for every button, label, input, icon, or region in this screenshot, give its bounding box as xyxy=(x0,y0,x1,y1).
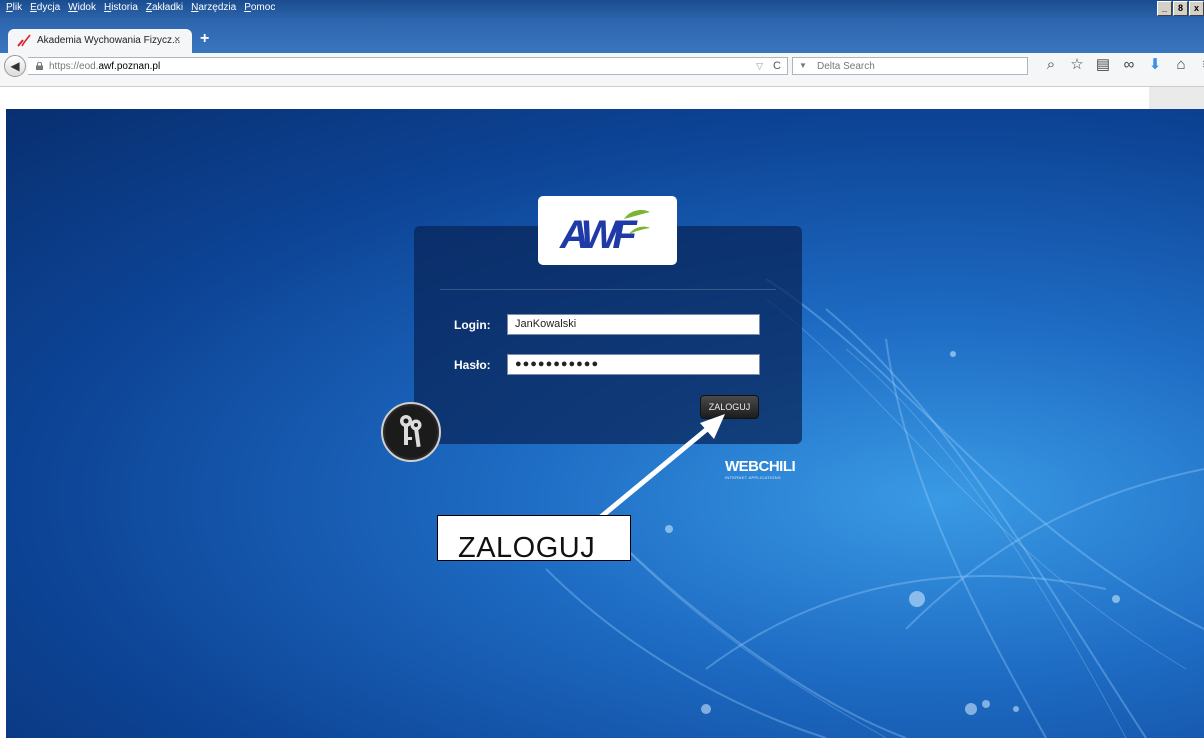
url-bar[interactable]: https://eod.awf.poznan.pl ▽ C xyxy=(28,57,788,75)
menu-edycja[interactable]: Edycja xyxy=(30,2,60,13)
menu-narzedzia[interactable]: Narzędzia xyxy=(191,2,236,13)
download-icon[interactable]: ⬇ xyxy=(1142,56,1168,74)
bookmark-bar xyxy=(0,87,1204,109)
search-placeholder: Delta Search xyxy=(817,61,875,72)
url-prefix: https://eod. xyxy=(49,61,99,72)
login-page: AWF Login: JanKowalski Hasło: ●●●●●●●●●●… xyxy=(6,109,1204,738)
search-engine-icon[interactable]: ▼ xyxy=(799,61,807,70)
menu-pomoc[interactable]: Pomoc xyxy=(244,2,275,13)
home-icon[interactable]: ⌂ xyxy=(1168,56,1194,74)
annotation-arrow xyxy=(594,414,725,523)
tab-strip: Akademia Wychowania Fizycz... × + xyxy=(0,18,1204,53)
menu-plik[interactable]: Plik xyxy=(6,2,22,13)
reading-list-icon[interactable]: ▤ xyxy=(1090,56,1116,74)
toolbar-icons: ⌕ ☆ ▤ ∞ ⬇ ⌂ ≡ xyxy=(1038,56,1204,74)
tab-close-icon[interactable]: × xyxy=(174,34,180,46)
back-button[interactable]: ◀ xyxy=(4,55,26,77)
awf-favicon-icon xyxy=(17,34,31,47)
search-go-icon[interactable]: ⌕ xyxy=(1038,56,1064,74)
annotation-callout: ZALOGUJ xyxy=(437,515,631,561)
reload-icon[interactable]: C xyxy=(773,60,781,72)
callout-text: ZALOGUJ xyxy=(458,532,596,561)
new-tab-button[interactable]: + xyxy=(200,30,209,48)
close-window-button[interactable]: x xyxy=(1189,1,1204,16)
tab-title: Akademia Wychowania Fizycz... xyxy=(37,35,181,46)
menu-zakladki[interactable]: Zakładki xyxy=(146,2,183,13)
menu-icon[interactable]: ≡ xyxy=(1194,56,1204,74)
menu-items: Plik Edycja Widok Historia Zakładki Narz… xyxy=(6,2,275,13)
mask-icon[interactable]: ∞ xyxy=(1116,56,1142,74)
lock-icon xyxy=(36,62,43,70)
url-dropdown-icon[interactable]: ▽ xyxy=(756,61,763,72)
navigation-toolbar: ◀ https://eod.awf.poznan.pl ▽ C ▼ Delta … xyxy=(0,53,1204,87)
menu-widok[interactable]: Widok xyxy=(68,2,96,13)
minimize-button[interactable]: _ xyxy=(1157,1,1172,16)
menu-historia[interactable]: Historia xyxy=(104,2,138,13)
bookmark-bar-edge xyxy=(1149,87,1204,109)
search-box[interactable]: ▼ Delta Search xyxy=(792,57,1028,75)
window-controls: _ 8 x xyxy=(1157,1,1204,16)
menu-bar: Plik Edycja Widok Historia Zakładki Narz… xyxy=(0,0,1204,18)
maximize-button[interactable]: 8 xyxy=(1173,1,1188,16)
star-icon[interactable]: ☆ xyxy=(1064,56,1090,74)
browser-tab[interactable]: Akademia Wychowania Fizycz... × xyxy=(8,29,192,53)
url-text: https://eod.awf.poznan.pl xyxy=(49,61,160,72)
url-domain: awf.poznan.pl xyxy=(98,61,161,72)
